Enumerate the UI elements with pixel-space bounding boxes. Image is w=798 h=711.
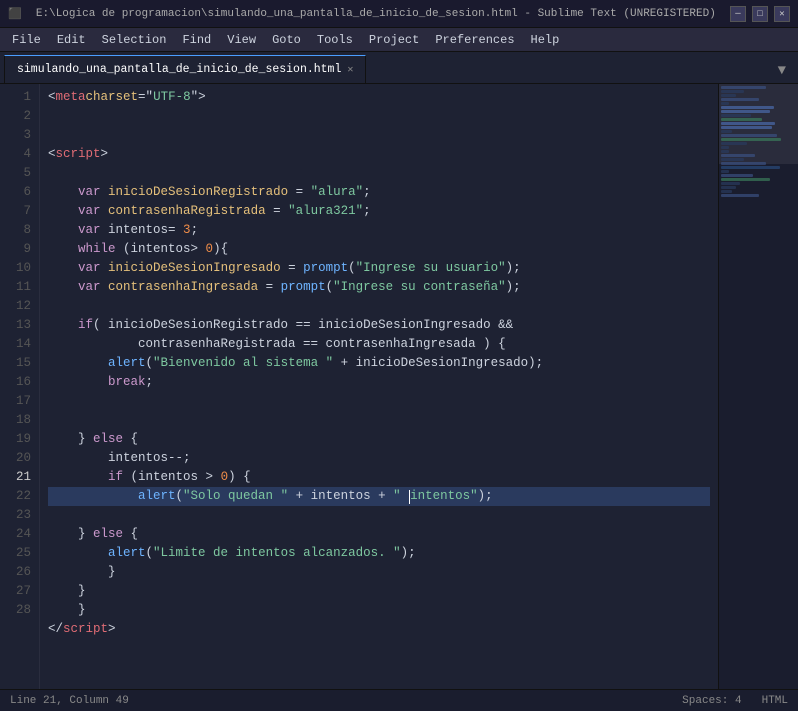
code-line-14: alert("Bienvenido al sistema " + inicioD…: [48, 354, 710, 373]
line-num-22: 22: [4, 487, 31, 506]
tab-file[interactable]: simulando_una_pantalla_de_inicio_de_sesi…: [4, 55, 366, 83]
line-num-16: 16: [4, 373, 31, 392]
menu-goto[interactable]: Goto: [264, 31, 309, 49]
code-line-23: } else {: [48, 525, 710, 544]
line-num-3: 3: [4, 126, 31, 145]
code-line-17: [48, 411, 710, 430]
menu-find[interactable]: Find: [174, 31, 219, 49]
line-num-17: 17: [4, 392, 31, 411]
editor-container: 1 2 3 4 5 6 7 8 9 10 11 12 13 14 15 16 1…: [0, 84, 798, 689]
line-num-13: 13: [4, 316, 31, 335]
code-line-2: [48, 107, 710, 126]
code-line-13b: contrasenhaRegistrada == contrasenhaIngr…: [48, 335, 710, 354]
line-num-15: 15: [4, 354, 31, 373]
menu-view[interactable]: View: [219, 31, 264, 49]
title-text: E:\Logica de programacion\simulando_una_…: [22, 8, 730, 20]
code-line-5: [48, 164, 710, 183]
code-line-27: }: [48, 601, 710, 620]
menu-tools[interactable]: Tools: [309, 31, 361, 49]
code-line-10: var inicioDeSesionIngresado = prompt("In…: [48, 259, 710, 278]
close-button[interactable]: ✕: [774, 6, 790, 22]
menu-help[interactable]: Help: [523, 31, 568, 49]
menu-bar: File Edit Selection Find View Goto Tools…: [0, 28, 798, 52]
code-line-7: var contrasenhaRegistrada = "alura321";: [48, 202, 710, 221]
code-line-6: var inicioDeSesionRegistrado = "alura";: [48, 183, 710, 202]
line-num-19: 19: [4, 430, 31, 449]
code-line-15: break;: [48, 373, 710, 392]
line-num-10: 10: [4, 259, 31, 278]
minimize-button[interactable]: ─: [730, 6, 746, 22]
code-line-22: [48, 506, 710, 525]
code-line-21: alert("Solo quedan " + intentos + " inte…: [48, 487, 710, 506]
code-line-9: while (intentos> 0){: [48, 240, 710, 259]
code-line-8: var intentos= 3;: [48, 221, 710, 240]
line-num-5: 5: [4, 164, 31, 183]
code-editor[interactable]: <meta charset="UTF-8"> <script> var inic…: [40, 84, 718, 689]
line-num-26: 26: [4, 563, 31, 582]
code-line-25: }: [48, 563, 710, 582]
window-controls: ─ □ ✕: [730, 6, 790, 22]
app-icon: ⬛: [8, 7, 22, 21]
line-num-27: 27: [4, 582, 31, 601]
language-info: HTML: [762, 695, 788, 707]
line-num-6: 6: [4, 183, 31, 202]
tab-bar: simulando_una_pantalla_de_inicio_de_sesi…: [0, 52, 798, 84]
status-right: Spaces: 4 HTML: [682, 695, 788, 707]
menu-edit[interactable]: Edit: [49, 31, 94, 49]
tab-label: simulando_una_pantalla_de_inicio_de_sesi…: [17, 63, 341, 76]
cursor-position: Line 21, Column 49: [10, 695, 129, 707]
line-num-7: 7: [4, 202, 31, 221]
menu-preferences[interactable]: Preferences: [427, 31, 522, 49]
indentation-info: Spaces: 4: [682, 695, 741, 707]
line-num-11: 11: [4, 278, 31, 297]
code-line-12: [48, 297, 710, 316]
code-line-1: <meta charset="UTF-8">: [48, 88, 710, 107]
line-num-14: 14: [4, 335, 31, 354]
code-line-13: if( inicioDeSesionRegistrado == inicioDe…: [48, 316, 710, 335]
line-num-20: 20: [4, 449, 31, 468]
code-line-26: }: [48, 582, 710, 601]
line-num-18: 18: [4, 411, 31, 430]
minimap: [718, 84, 798, 689]
maximize-button[interactable]: □: [752, 6, 768, 22]
menu-selection[interactable]: Selection: [94, 31, 175, 49]
code-line-18: } else {: [48, 430, 710, 449]
line-num-25: 25: [4, 544, 31, 563]
line-num-2: 2: [4, 107, 31, 126]
code-line-28: </script>: [48, 620, 710, 639]
code-line-3: [48, 126, 710, 145]
code-line-19: intentos--;: [48, 449, 710, 468]
line-num-1: 1: [4, 88, 31, 107]
line-num-28: 28: [4, 601, 31, 620]
line-num-23: 23: [4, 506, 31, 525]
status-bar: Line 21, Column 49 Spaces: 4 HTML: [0, 689, 798, 711]
line-numbers: 1 2 3 4 5 6 7 8 9 10 11 12 13 14 15 16 1…: [0, 84, 40, 689]
code-line-16: [48, 392, 710, 411]
line-num-12: 12: [4, 297, 31, 316]
tab-add-button[interactable]: ▼: [770, 59, 794, 83]
line-num-24: 24: [4, 525, 31, 544]
menu-file[interactable]: File: [4, 31, 49, 49]
line-num-9: 9: [4, 240, 31, 259]
code-line-11: var contrasenhaIngresada = prompt("Ingre…: [48, 278, 710, 297]
line-num-8: 8: [4, 221, 31, 240]
code-line-24: alert("Limite de intentos alcanzados. ")…: [48, 544, 710, 563]
title-bar: ⬛ E:\Logica de programacion\simulando_un…: [0, 0, 798, 28]
line-num-21: 21: [4, 468, 31, 487]
code-line-4: <script>: [48, 145, 710, 164]
code-line-20: if (intentos > 0) {: [48, 468, 710, 487]
tab-close-button[interactable]: ✕: [347, 64, 353, 76]
menu-project[interactable]: Project: [361, 31, 427, 49]
line-num-4: 4: [4, 145, 31, 164]
